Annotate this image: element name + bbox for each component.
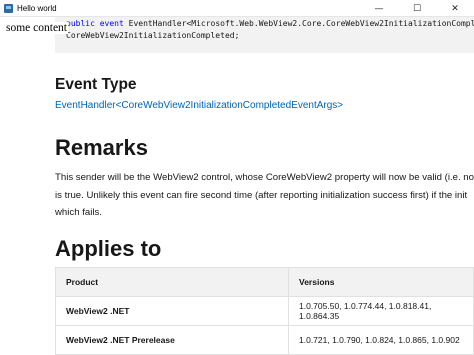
title-bar: Hello world — ☐ ✕ — [0, 0, 474, 17]
code-block: public event EventHandler<Microsoft.Web.… — [55, 17, 474, 53]
overlay-content-label: some content — [5, 22, 68, 34]
remarks-line: is true. Unlikely this event can fire se… — [55, 189, 468, 201]
window-title: Hello world — [17, 3, 57, 13]
minimize-button[interactable]: — — [360, 0, 398, 17]
product-cell: WebView2 .NET Prerelease — [55, 325, 289, 355]
code-keyword-public: public — [66, 19, 95, 28]
window-controls: — ☐ ✕ — [360, 0, 474, 17]
remarks-line: which fails. — [55, 207, 102, 218]
versions-cell: 1.0.721, 1.0.790, 1.0.824, 1.0.865, 1.0.… — [288, 325, 474, 355]
column-header-product: Product — [55, 267, 289, 297]
column-header-versions: Versions — [288, 267, 474, 297]
event-type-heading: Event Type — [55, 76, 137, 93]
remarks-paragraph: This sender will be the WebView2 control… — [55, 169, 474, 222]
applies-to-table: Product Versions WebView2 .NET 1.0.705.5… — [55, 267, 474, 355]
table-row: WebView2 .NET 1.0.705.50, 1.0.774.44, 1.… — [55, 296, 474, 326]
versions-cell: 1.0.705.50, 1.0.774.44, 1.0.818.41, 1.0.… — [288, 296, 474, 326]
code-keyword-event: event — [99, 19, 124, 28]
table-header-row: Product Versions — [55, 267, 474, 297]
remarks-line: This sender will be the WebView2 control… — [55, 172, 474, 183]
doc-page: public event EventHandler<Microsoft.Web.… — [0, 17, 474, 355]
table-row: WebView2 .NET Prerelease 1.0.721, 1.0.79… — [55, 325, 474, 355]
product-cell: WebView2 .NET — [55, 296, 289, 326]
code-line-2: CoreWebView2InitializationCompleted; — [66, 31, 240, 40]
maximize-button[interactable]: ☐ — [398, 0, 436, 17]
event-type-link[interactable]: EventHandler<CoreWebView2InitializationC… — [55, 100, 343, 111]
app-icon — [4, 3, 13, 13]
code-line-1: EventHandler<Microsoft.Web.WebView2.Core… — [123, 19, 474, 28]
close-button[interactable]: ✕ — [436, 0, 474, 17]
remarks-heading: Remarks — [55, 135, 148, 160]
applies-to-heading: Applies to — [55, 236, 162, 261]
